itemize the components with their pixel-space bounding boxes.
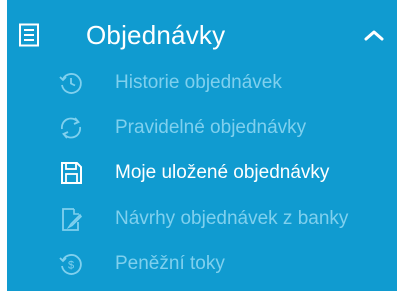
document-list-icon bbox=[19, 23, 39, 47]
menu-item-cash-flows[interactable]: $ Peněžní toky bbox=[7, 245, 397, 285]
menu-item-label: Moje uložené objednávky bbox=[115, 162, 330, 183]
history-icon bbox=[59, 73, 82, 94]
menu-item-label: Peněžní toky bbox=[115, 253, 225, 274]
menu-item-my-saved-orders[interactable]: Moje uložené objednávky bbox=[7, 154, 397, 194]
menu-item-label: Pravidelné objednávky bbox=[115, 117, 307, 138]
recurring-icon bbox=[61, 117, 81, 139]
save-icon bbox=[61, 162, 82, 184]
edit-document-icon bbox=[62, 208, 83, 231]
menu-item-label: Návrhy objednávek z banky bbox=[115, 208, 349, 229]
svg-text:$: $ bbox=[68, 260, 74, 272]
menu-title: Objednávky bbox=[86, 20, 226, 50]
menu-header-orders[interactable]: Objednávky bbox=[7, 8, 397, 60]
chevron-up-icon[interactable] bbox=[363, 28, 385, 42]
menu-item-bank-order-proposals[interactable]: Návrhy objednávek z banky bbox=[7, 200, 397, 240]
menu-item-label: Historie objednávek bbox=[115, 72, 282, 93]
money-icon: $ bbox=[59, 254, 82, 275]
menu-item-order-history[interactable]: Historie objednávek bbox=[7, 64, 397, 104]
orders-menu: Objednávky Historie objednávek Pravideln… bbox=[7, 0, 397, 291]
menu-item-recurring-orders[interactable]: Pravidelné objednávky bbox=[7, 109, 397, 149]
